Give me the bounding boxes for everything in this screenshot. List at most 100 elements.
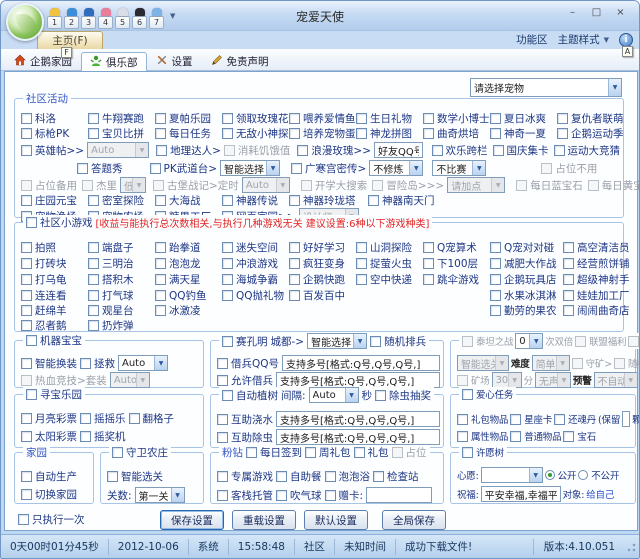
checkbox-item[interactable]: 属性物品 (457, 429, 508, 443)
dropdown[interactable]: 智能选择▼ (307, 333, 367, 349)
checkbox-item[interactable]: 闹闹曲奇店 (563, 303, 630, 318)
radio-option[interactable]: 公开 (545, 468, 577, 482)
checkbox-item[interactable]: 客栈托管 (217, 488, 273, 503)
checkbox-item[interactable]: 矿场 (457, 373, 490, 387)
checkbox-item[interactable]: 迷失空间 (222, 240, 286, 255)
target-link[interactable]: 给自己 (586, 487, 614, 501)
checkbox-item[interactable]: 运动大竞猜 (554, 143, 621, 158)
checkbox-item[interactable]: 随机排兵 (614, 356, 640, 370)
checkbox-item[interactable]: 复仇者联萌 (557, 111, 624, 126)
checkbox-item[interactable]: 跳伞游戏 (423, 272, 487, 287)
checkbox-item[interactable]: 生日礼物 (356, 111, 420, 126)
text-input[interactable] (481, 486, 561, 502)
checkbox-item[interactable]: Q宠算术 (423, 240, 487, 255)
checkbox-item[interactable]: 星球福利 (628, 334, 640, 348)
checkbox-item[interactable]: 忍者鹅 (21, 318, 85, 333)
checkbox-item[interactable]: 好好学习 (289, 240, 353, 255)
checkbox-item[interactable]: 冰激凌 (155, 303, 219, 318)
tab-disclaimer[interactable]: 免责声明 (202, 51, 278, 70)
checkbox-item[interactable]: 拍照 (21, 240, 85, 255)
dropdown[interactable]: 不自动▼ (594, 372, 638, 388)
checkbox-item[interactable]: 打砖块 (21, 256, 85, 271)
checkbox-item[interactable]: 杰里 (82, 178, 117, 193)
checkbox-item[interactable]: 大海战 (155, 193, 219, 208)
dropdown[interactable]: 请加点▼ (447, 177, 505, 193)
checkbox-item[interactable]: 普通物品 (510, 429, 561, 443)
text-input[interactable] (276, 429, 440, 445)
pet-select-dropdown[interactable]: 请选择宠物▼ (470, 78, 622, 97)
checkbox-item[interactable]: 赶绵羊 (21, 303, 85, 318)
checkbox-item[interactable]: 泡泡龙 (155, 256, 219, 271)
text-input[interactable] (276, 411, 440, 427)
checkbox-item[interactable]: 随机排兵 (370, 334, 426, 349)
checkbox-item[interactable]: 夏帕乐园 (155, 111, 219, 126)
checkbox-item[interactable]: 观星台 (88, 303, 152, 318)
tab-club[interactable]: 俱乐部 (81, 52, 147, 71)
checkbox-item[interactable]: 勤劳的果农 (490, 303, 560, 318)
checkbox-item[interactable]: 每日蓝宝石 (516, 178, 583, 193)
checkbox-item[interactable]: 守卫农庄 (112, 445, 168, 460)
checkbox-item[interactable]: 还魂丹 (554, 412, 596, 426)
checkbox-item[interactable]: 娃娃加工厂 (563, 288, 630, 303)
checkbox-item[interactable]: 海城争霸 (222, 272, 286, 287)
tab-settings[interactable]: 设置 (147, 51, 202, 70)
dropdown[interactable]: 不比赛▼ (432, 160, 486, 176)
checkbox-item[interactable]: 拯救 (80, 356, 115, 371)
checkbox-item[interactable]: 检查站 (373, 469, 419, 484)
checkbox-item[interactable]: 冒险岛>>> (372, 178, 444, 193)
checkbox-item[interactable]: 曲奇烘培 (423, 126, 487, 141)
checkbox-item[interactable]: 连连看 (21, 288, 85, 303)
checkbox-item[interactable]: 捉萤火虫 (356, 256, 420, 271)
dropdown[interactable]: 简单▼ (532, 355, 570, 371)
text-input[interactable] (374, 142, 422, 158)
checkbox-item[interactable]: 每日任务 (155, 126, 219, 141)
checkbox-item[interactable]: 牛翔赛跑 (88, 111, 152, 126)
checkbox-item[interactable]: 端盘子 (88, 240, 152, 255)
checkbox-item[interactable]: 互助浇水 (217, 412, 273, 427)
dropdown[interactable]: 0▼ (515, 333, 543, 349)
checkbox-item[interactable]: 允许借兵 (217, 373, 273, 388)
checkbox-item[interactable]: PK武道台> (150, 161, 218, 176)
checkbox-item[interactable]: QQ钓鱼 (155, 288, 219, 303)
checkbox-item[interactable]: 赛孔明 (222, 334, 268, 349)
checkbox-item[interactable]: 扔炸弹 (88, 318, 134, 333)
checkbox-item[interactable]: 占位 (392, 445, 427, 460)
minimize-button-icon[interactable]: – (562, 5, 583, 20)
checkbox-item[interactable]: 自动生产 (21, 469, 77, 484)
checkbox-item[interactable]: 搭积木 (88, 272, 152, 287)
checkbox-item[interactable]: 互助除虫 (217, 430, 273, 445)
checkbox-item[interactable]: 周礼包 (305, 445, 351, 460)
checkbox-item[interactable]: 除虫抽奖 (375, 388, 431, 403)
close-button-icon[interactable]: × (610, 5, 631, 20)
checkbox-item[interactable]: 切换家园 (21, 487, 77, 502)
checkbox-item[interactable]: 消耗饥饿值 (224, 143, 291, 158)
checkbox-item[interactable]: 古堡战记>定时 (153, 178, 239, 193)
checkbox-item[interactable]: 宝石 (563, 429, 596, 443)
dropdown[interactable]: 30▼ (492, 372, 522, 388)
checkbox-item[interactable]: 智能换装 (21, 356, 77, 371)
dropdown[interactable]: 无声▼ (535, 372, 571, 388)
checkbox-item[interactable]: 夏日冰爽 (490, 111, 554, 126)
text-input[interactable] (276, 372, 440, 388)
dropdown[interactable]: Auto▼ (110, 372, 150, 388)
dropdown[interactable]: ▼ (481, 467, 543, 483)
checkbox-item[interactable]: 科洛 (21, 111, 85, 126)
checkbox-item[interactable]: 神器玲珑塔 (289, 193, 365, 208)
checkbox-item[interactable]: 机器宝宝 (26, 333, 82, 348)
info-icon[interactable]: i (619, 33, 633, 47)
checkbox-item[interactable]: 礼包 (354, 445, 389, 460)
checkbox-item[interactable]: 每日签到 (246, 445, 302, 460)
text-input[interactable] (622, 411, 630, 427)
checkbox-item[interactable]: 超级神射手 (563, 272, 630, 287)
text-input[interactable] (282, 355, 440, 371)
checkbox-item[interactable]: 礼包物品 (457, 412, 508, 426)
checkbox-item[interactable]: 开学大搜索 (301, 178, 368, 193)
checkbox-item[interactable]: 无敌小神探 (222, 126, 286, 141)
checkbox-item[interactable]: 满天星 (155, 272, 219, 287)
checkbox-item[interactable]: 许愿树 (462, 445, 504, 459)
checkbox-item[interactable]: 空中快递 (356, 272, 420, 287)
checkbox-item[interactable]: 庄园元宝 (21, 193, 85, 208)
dropdown[interactable]: 智能选择▼ (220, 160, 280, 176)
checkbox-item[interactable]: 领取玫瑰花 (222, 111, 286, 126)
dropdown[interactable]: Auto▼ (87, 142, 149, 158)
